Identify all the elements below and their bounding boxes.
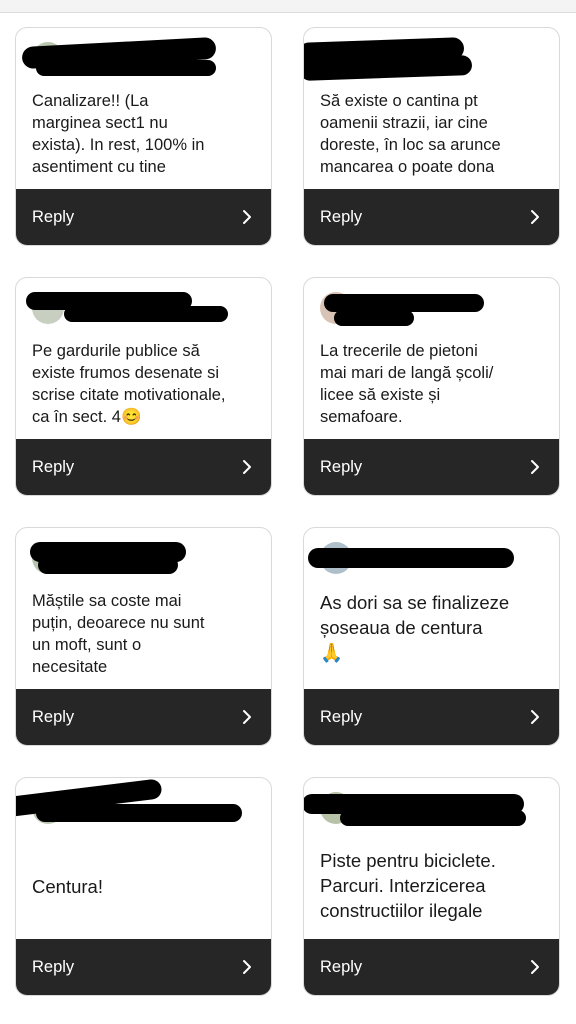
chevron-right-icon	[531, 710, 539, 724]
card-body: Pe gardurile publice să existe frumos de…	[32, 340, 257, 438]
chevron-right-icon	[531, 210, 539, 224]
card-header	[16, 278, 271, 330]
redacted-username	[308, 548, 514, 568]
reply-label: Reply	[320, 957, 363, 976]
response-card: Piste pentru biciclete. Parcuri. Interzi…	[303, 777, 560, 996]
chevron-right-icon	[243, 210, 251, 224]
card-body: Canalizare!! (La marginea sect1 nu exist…	[32, 90, 257, 188]
reply-label: Reply	[320, 707, 363, 726]
reply-label: Reply	[32, 957, 75, 976]
reply-label: Reply	[320, 207, 363, 226]
reply-label: Reply	[32, 207, 75, 226]
response-text: Piste pentru biciclete. Parcuri. Interzi…	[320, 850, 496, 921]
response-text: Să existe o cantina pt oamenii strazii, …	[320, 92, 501, 176]
response-card: Măștile sa coste mai puțin, deoarece nu …	[15, 527, 272, 746]
chevron-right-icon	[243, 960, 251, 974]
chevron-right-icon	[531, 460, 539, 474]
reply-button[interactable]: Reply	[304, 939, 559, 995]
reply-button[interactable]: Reply	[304, 189, 559, 245]
redacted-username	[334, 310, 414, 326]
card-body: As dori sa se finalizeze șoseaua de cent…	[320, 590, 545, 688]
card-header	[304, 778, 559, 830]
reply-label: Reply	[32, 457, 75, 476]
reply-label: Reply	[32, 707, 75, 726]
card-header	[16, 528, 271, 580]
redacted-username	[38, 556, 178, 574]
card-header	[16, 778, 271, 830]
response-card: La trecerile de pietoni mai mari de lang…	[303, 277, 560, 496]
redacted-username	[36, 804, 242, 822]
reply-button[interactable]: Reply	[304, 439, 559, 495]
reply-button[interactable]: Reply	[16, 939, 271, 995]
reply-label: Reply	[320, 457, 363, 476]
response-text: La trecerile de pietoni mai mari de lang…	[320, 342, 494, 426]
redacted-username	[340, 810, 526, 826]
response-text: Centura!	[32, 875, 103, 897]
chevron-right-icon	[531, 960, 539, 974]
card-body: Piste pentru biciclete. Parcuri. Interzi…	[320, 848, 545, 946]
reply-button[interactable]: Reply	[16, 689, 271, 745]
chevron-right-icon	[243, 460, 251, 474]
card-header	[304, 28, 559, 81]
reply-button[interactable]: Reply	[304, 689, 559, 745]
card-header	[304, 528, 559, 580]
redacted-username	[36, 60, 216, 76]
response-card: Canalizare!! (La marginea sect1 nu exist…	[15, 27, 272, 246]
reply-button[interactable]: Reply	[16, 189, 271, 245]
card-body: Centura!	[32, 830, 257, 942]
chevron-right-icon	[243, 710, 251, 724]
card-header	[16, 28, 271, 80]
redacted-username	[64, 306, 228, 322]
response-text: As dori sa se finalizeze șoseaua de cent…	[320, 592, 510, 663]
card-body: Măștile sa coste mai puțin, deoarece nu …	[32, 590, 257, 688]
card-body: Să existe o cantina pt oamenii strazii, …	[320, 90, 545, 188]
card-body: La trecerile de pietoni mai mari de lang…	[320, 340, 545, 438]
reply-button[interactable]: Reply	[16, 439, 271, 495]
response-grid: Canalizare!! (La marginea sect1 nu exist…	[0, 0, 576, 1024]
response-text: Pe gardurile publice să existe frumos de…	[32, 342, 226, 426]
response-text: Măștile sa coste mai puțin, deoarece nu …	[32, 592, 205, 676]
response-card: Centura! Reply	[15, 777, 272, 996]
response-text: Canalizare!! (La marginea sect1 nu exist…	[32, 92, 205, 176]
response-card: Să existe o cantina pt oamenii strazii, …	[303, 27, 560, 246]
response-card: As dori sa se finalizeze șoseaua de cent…	[303, 527, 560, 746]
response-card: Pe gardurile publice să existe frumos de…	[15, 277, 272, 496]
card-header	[304, 278, 559, 330]
